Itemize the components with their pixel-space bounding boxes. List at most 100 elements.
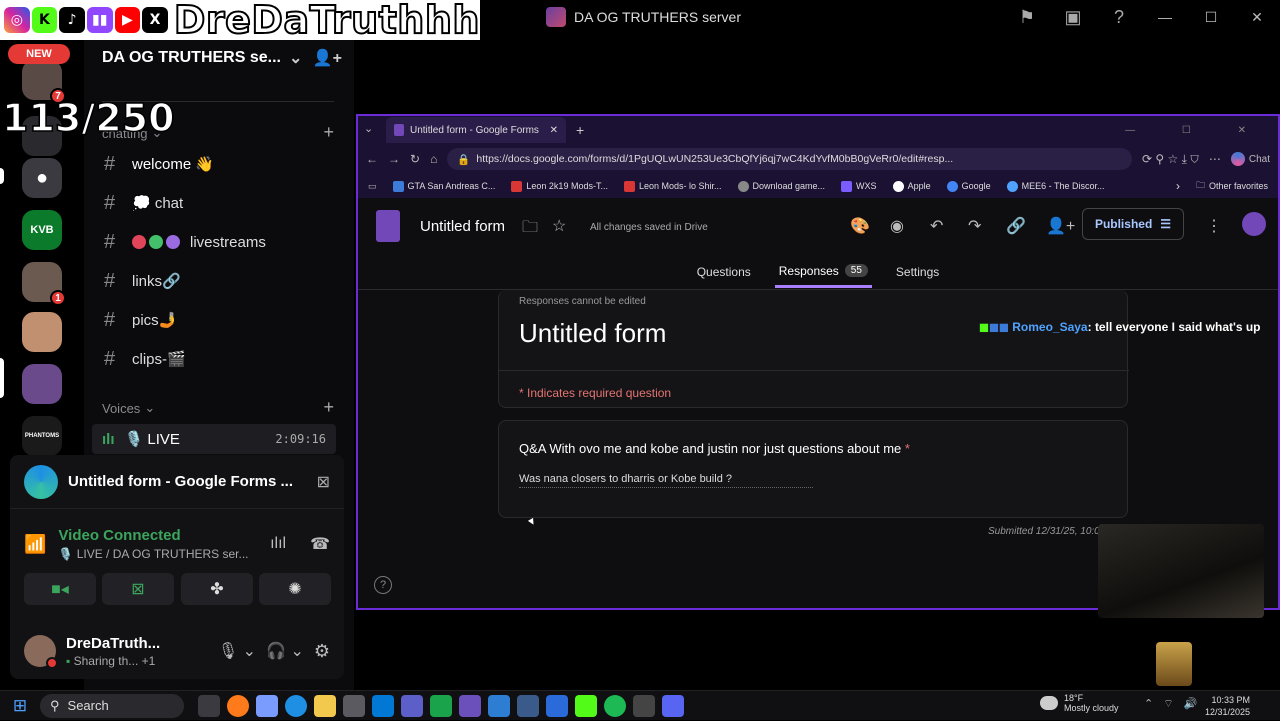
other-favorites[interactable]: 🗀 Other favorites xyxy=(1196,178,1268,194)
noise-suppression-icon[interactable]: ılıl xyxy=(270,535,286,553)
preview-eye-icon[interactable]: ◉ xyxy=(890,216,904,236)
channel-chat[interactable]: # 💭 chat xyxy=(104,191,183,215)
server-item-discord[interactable]: ● xyxy=(22,158,62,198)
copilot-chat-button[interactable]: Chat xyxy=(1230,152,1270,166)
kick-icon[interactable] xyxy=(575,694,597,717)
teams-icon[interactable] xyxy=(401,694,423,717)
avatar[interactable] xyxy=(24,635,58,669)
server-item[interactable]: 1 xyxy=(22,262,66,306)
channel-pics[interactable]: # pics🤳 xyxy=(104,308,177,332)
published-button[interactable]: Published ☰ xyxy=(1082,208,1184,240)
channel-clips[interactable]: # clips-🎬 xyxy=(104,347,186,371)
server-item-kvb[interactable]: KVB xyxy=(22,210,62,250)
server-item[interactable] xyxy=(22,364,62,404)
activities-button[interactable]: ✤ xyxy=(181,573,253,605)
channel-livestreams[interactable]: # livestreams xyxy=(104,230,266,254)
tab-responses[interactable]: Responses 55 xyxy=(774,256,872,288)
favorite-item[interactable]: GTA San Andreas C... xyxy=(392,180,495,192)
soundboard-button[interactable]: ✺ xyxy=(259,573,331,605)
flag-icon[interactable]: ⚑ xyxy=(1004,0,1050,34)
close-tab-icon[interactable]: ✕ xyxy=(550,125,558,136)
chevron-up-icon[interactable]: ⌃ xyxy=(1144,697,1153,711)
favorite-item[interactable]: MEE6 - The Discor... xyxy=(1006,180,1104,192)
tab-questions[interactable]: Questions xyxy=(693,256,755,288)
xbox-icon[interactable] xyxy=(430,694,452,717)
forward-icon[interactable]: → xyxy=(388,152,400,166)
windows-start-icon[interactable]: ⊞ xyxy=(0,691,40,721)
add-channel-icon[interactable]: + xyxy=(323,397,334,418)
connection-status[interactable]: Video Connected xyxy=(58,527,258,544)
server-header[interactable]: DA OG TRUTHERS se... ⌄ 👤+ xyxy=(102,48,342,68)
stop-stream-icon[interactable]: ⊠ xyxy=(317,472,330,492)
taskbar-search[interactable]: ⚲ Search xyxy=(40,693,184,718)
store-icon[interactable] xyxy=(343,694,365,717)
link-icon[interactable]: 🔗 xyxy=(1006,216,1026,236)
maximize-button[interactable]: ☐ xyxy=(1188,0,1234,34)
app-icon[interactable] xyxy=(517,694,539,717)
clock[interactable]: 10:33 PM 12/31/2025 xyxy=(1205,694,1250,718)
redo-icon[interactable]: ↷ xyxy=(968,216,981,236)
task-view-icon[interactable] xyxy=(198,694,220,717)
obs-icon[interactable] xyxy=(633,694,655,717)
voice-channel-live[interactable]: ılı 🎙️ LIVE 2:09:16 xyxy=(92,424,336,454)
home-icon[interactable]: ⌂ xyxy=(430,152,437,166)
tab-settings[interactable]: Settings xyxy=(892,256,943,288)
minimize-button[interactable]: — xyxy=(1142,0,1188,34)
stream-preview[interactable]: Untitled form - Google Forms ... ⊠ xyxy=(10,455,344,509)
network-icon[interactable]: ⌔ xyxy=(1163,697,1173,711)
url-field[interactable]: 🔒 https://docs.google.com/forms/d/1PgUQLw… xyxy=(447,148,1132,170)
headphones-icon[interactable]: 🎧 ⌄ xyxy=(266,641,304,661)
channel-welcome[interactable]: # welcome 👋 xyxy=(104,152,214,176)
invite-icon[interactable]: 👤+ xyxy=(313,48,342,68)
category-voices[interactable]: Voices ⌄ xyxy=(102,400,155,416)
avatar[interactable] xyxy=(1242,212,1266,236)
camera-button[interactable]: ■◂ xyxy=(24,573,96,605)
microphone-icon[interactable]: 🎙 ⌄ xyxy=(218,641,256,661)
server-item[interactable]: 7 xyxy=(22,60,66,104)
edge-icon[interactable] xyxy=(285,694,307,717)
chevron-right-icon[interactable]: › xyxy=(1176,179,1180,193)
palette-icon[interactable]: 🎨 xyxy=(850,216,870,236)
favorite-item[interactable]: Apple xyxy=(892,180,931,192)
inbox-icon[interactable]: ▣ xyxy=(1050,0,1096,34)
back-icon[interactable]: ← xyxy=(366,152,378,166)
favorite-item[interactable]: Google xyxy=(946,180,991,192)
more-vert-icon[interactable]: ⋮ xyxy=(1206,216,1222,236)
weather-widget[interactable]: 18°F Mostly cloudy xyxy=(1040,693,1119,713)
server-item-phantoms[interactable]: PHANTOMS xyxy=(22,416,62,456)
form-title[interactable]: Untitled form xyxy=(420,218,505,235)
undo-icon[interactable]: ↶ xyxy=(930,216,943,236)
extensions-icon[interactable]: ⟳ ⚲ ☆ ⤓ ⛉ xyxy=(1142,152,1199,167)
help-icon[interactable]: ? xyxy=(1096,0,1142,34)
reload-icon[interactable]: ↻ xyxy=(410,152,420,166)
favorite-item[interactable]: Download game... xyxy=(737,180,825,192)
app-icon[interactable] xyxy=(488,694,510,717)
screenshare-button[interactable]: ⊠ xyxy=(102,573,174,605)
app-icon[interactable] xyxy=(459,694,481,717)
add-collaborator-icon[interactable]: 👤+ xyxy=(1046,216,1075,236)
outlook-icon[interactable] xyxy=(372,694,394,717)
app-icon[interactable] xyxy=(546,694,568,717)
discord-icon[interactable] xyxy=(662,694,684,717)
disconnect-icon[interactable]: ☎ xyxy=(310,534,330,554)
firefox-icon[interactable] xyxy=(227,694,249,717)
file-explorer-icon[interactable] xyxy=(314,694,336,717)
star-icon[interactable]: ☆ xyxy=(552,216,566,236)
folder-icon[interactable]: 🗀 xyxy=(522,216,538,243)
close-button[interactable]: ✕ xyxy=(1234,0,1280,34)
gear-icon[interactable]: ⚙ xyxy=(314,641,330,662)
favorite-item[interactable]: Leon 2k19 Mods-T... xyxy=(511,180,608,192)
favorite-item[interactable]: Leon Mods- lo Shir... xyxy=(623,180,722,192)
favorite-item[interactable]: WXS xyxy=(841,180,877,192)
more-icon[interactable]: ⋯ xyxy=(1209,152,1221,166)
tab-list-icon[interactable]: ⌄ xyxy=(364,122,373,135)
copilot-icon[interactable] xyxy=(256,694,278,717)
volume-icon[interactable]: 🔊 xyxy=(1184,697,1198,711)
new-tab-icon[interactable]: + xyxy=(576,122,584,138)
browser-tab[interactable]: Untitled form - Google Forms ✕ xyxy=(386,117,566,143)
help-icon[interactable]: ? xyxy=(374,576,392,594)
spotify-icon[interactable] xyxy=(604,694,626,717)
server-item[interactable] xyxy=(22,312,62,352)
channel-links[interactable]: # links🔗 xyxy=(104,269,181,293)
add-channel-icon[interactable]: + xyxy=(323,122,334,143)
